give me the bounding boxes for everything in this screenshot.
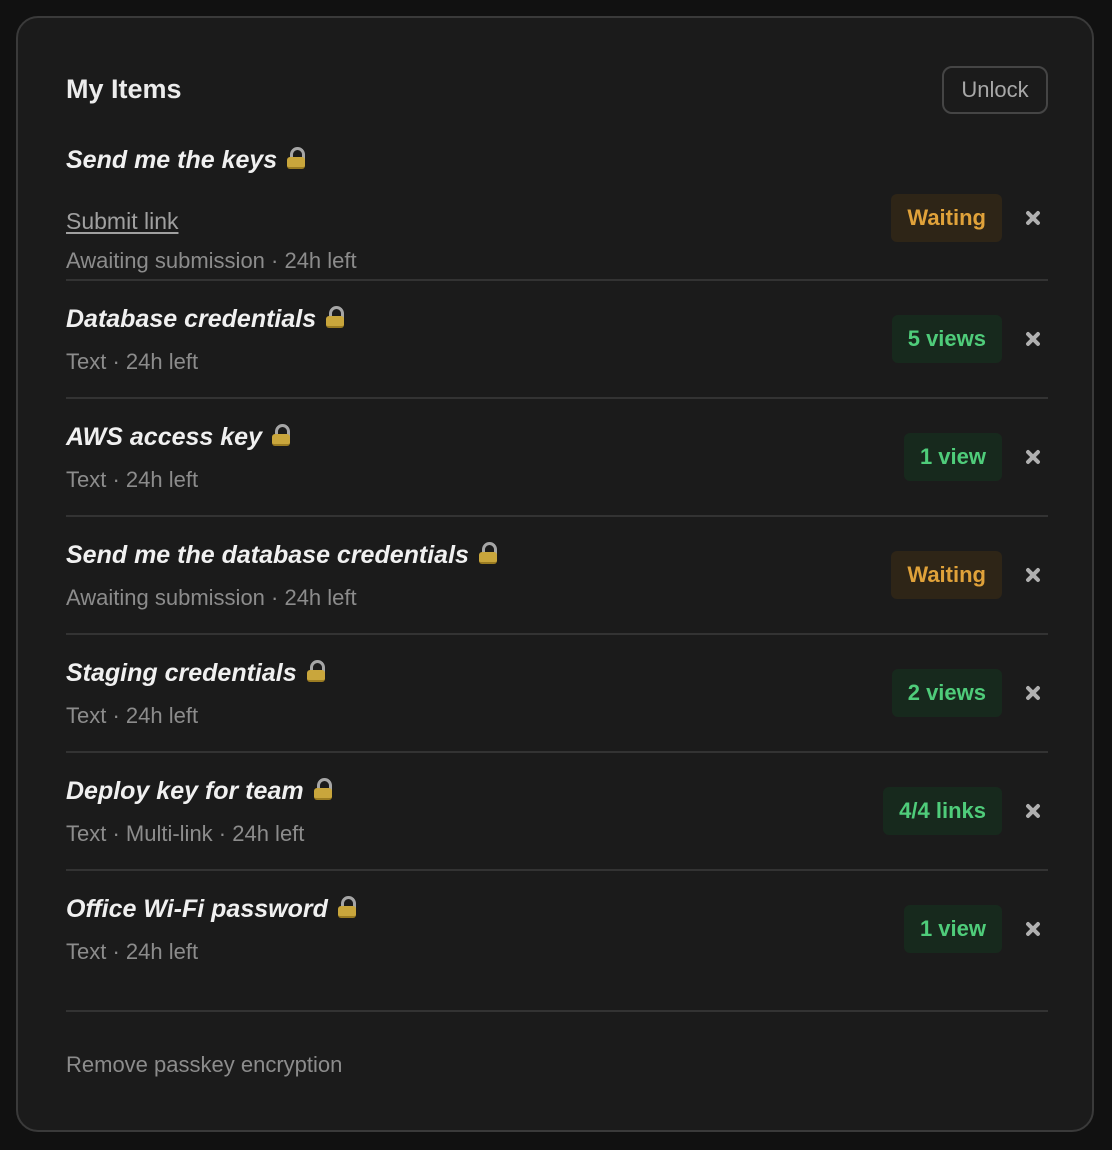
lock-icon bbox=[287, 147, 306, 169]
status-badge: 1 view bbox=[903, 433, 1002, 481]
item-title-text: Database credentials bbox=[66, 305, 317, 333]
item-meta: Text · 24h left bbox=[66, 349, 199, 374]
panel-header: My Items Unlock bbox=[66, 66, 1048, 114]
item-title: Send me the database credentials bbox=[66, 541, 497, 570]
item-title-text: Send me the database credentials bbox=[66, 541, 469, 569]
page-title: My Items bbox=[66, 74, 182, 104]
item-title: AWS access key bbox=[66, 423, 290, 452]
submit-link[interactable]: Submit link bbox=[66, 208, 178, 235]
item-title-text: Staging credentials bbox=[66, 659, 297, 687]
close-icon[interactable] bbox=[1024, 802, 1042, 820]
item-title: Database credentials bbox=[66, 305, 345, 334]
item-title: Send me the keys bbox=[66, 146, 306, 175]
unlock-button[interactable]: Unlock bbox=[942, 66, 1048, 114]
status-badge: Waiting bbox=[891, 194, 1002, 242]
lock-icon bbox=[337, 896, 356, 918]
status-badge: Waiting bbox=[891, 551, 1002, 599]
remove-passkey-encryption-link[interactable]: Remove passkey encryption bbox=[66, 1052, 342, 1078]
lock-icon bbox=[313, 778, 332, 800]
close-icon[interactable] bbox=[1024, 684, 1042, 702]
lock-icon bbox=[478, 542, 497, 564]
item-meta: Text · 24h left bbox=[66, 939, 199, 964]
lock-icon bbox=[306, 660, 325, 682]
list-item[interactable]: Deploy key for team Text · Multi-link · … bbox=[66, 753, 1048, 871]
item-title-text: Send me the keys bbox=[66, 146, 278, 174]
footer-divider bbox=[66, 1010, 1048, 1012]
list-item[interactable]: Send me the keys Submit link Awaiting su… bbox=[66, 140, 1048, 281]
item-title: Staging credentials bbox=[66, 659, 325, 688]
item-title-text: Deploy key for team bbox=[66, 777, 304, 805]
item-meta: Text · 24h left bbox=[66, 467, 199, 492]
status-badge: 5 views bbox=[891, 315, 1002, 363]
my-items-panel: My Items Unlock Send me the keys Submit … bbox=[16, 16, 1094, 1132]
item-title: Office Wi-Fi password bbox=[66, 895, 356, 924]
status-badge: 4/4 links bbox=[883, 787, 1002, 835]
status-badge: 1 view bbox=[903, 905, 1002, 953]
item-meta: Text · 24h left bbox=[66, 703, 199, 728]
close-icon[interactable] bbox=[1024, 566, 1042, 584]
close-icon[interactable] bbox=[1024, 448, 1042, 466]
item-title: Deploy key for team bbox=[66, 777, 332, 806]
list-item[interactable]: Database credentials Text · 24h left 5 v… bbox=[66, 281, 1048, 399]
lock-icon bbox=[326, 306, 345, 328]
close-icon[interactable] bbox=[1024, 330, 1042, 348]
item-meta: Text · Multi-link · 24h left bbox=[66, 821, 305, 846]
items-list: Send me the keys Submit link Awaiting su… bbox=[66, 140, 1048, 989]
close-icon[interactable] bbox=[1024, 209, 1042, 227]
item-meta: Awaiting submission · 24h left bbox=[66, 248, 357, 273]
close-icon[interactable] bbox=[1024, 920, 1042, 938]
item-meta: Awaiting submission · 24h left bbox=[66, 585, 357, 610]
lock-icon bbox=[271, 424, 290, 446]
item-title-text: Office Wi-Fi password bbox=[66, 895, 328, 923]
list-item[interactable]: Office Wi-Fi password Text · 24h left 1 … bbox=[66, 871, 1048, 989]
status-badge: 2 views bbox=[891, 669, 1002, 717]
list-item[interactable]: Staging credentials Text · 24h left 2 vi… bbox=[66, 635, 1048, 753]
item-title-text: AWS access key bbox=[66, 423, 262, 451]
list-item[interactable]: AWS access key Text · 24h left 1 view bbox=[66, 399, 1048, 517]
list-item[interactable]: Send me the database credentials Awaitin… bbox=[66, 517, 1048, 635]
